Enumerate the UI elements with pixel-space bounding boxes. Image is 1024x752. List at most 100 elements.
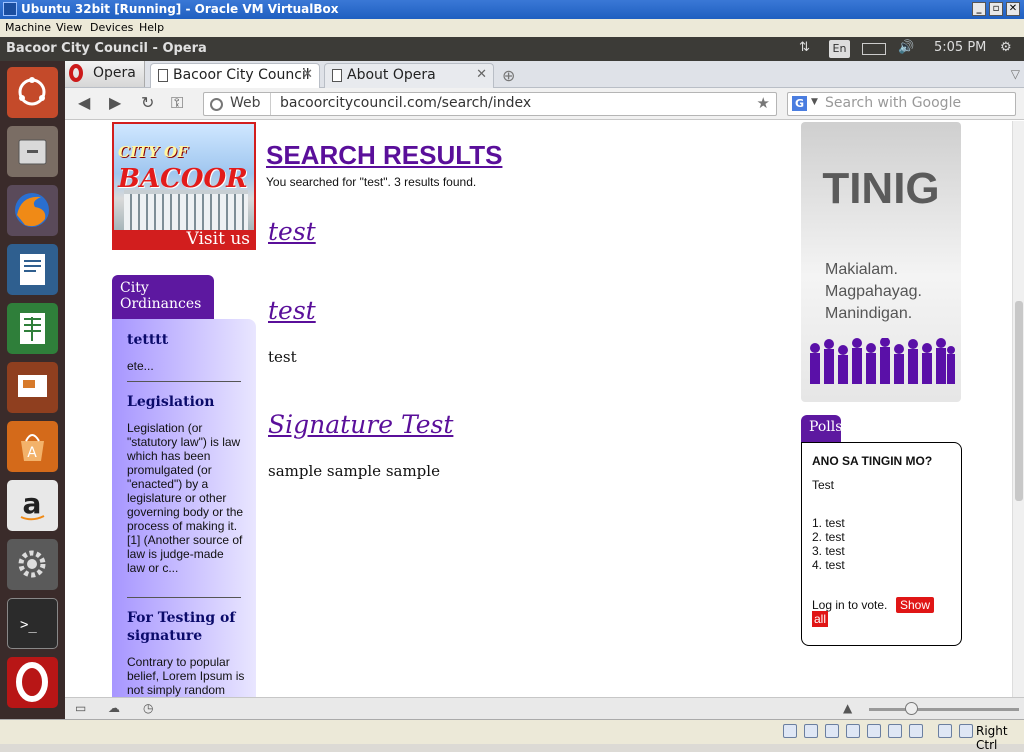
visit-us-label: Visit us — [114, 230, 254, 248]
tab-label: Bacoor City Council — [173, 67, 310, 83]
menu-help[interactable]: Help — [139, 21, 164, 34]
scrollbar-thumb[interactable] — [1015, 301, 1023, 501]
search-field[interactable]: G ▼ Search with Google — [787, 92, 1016, 116]
reload-button[interactable]: ↻ — [141, 93, 154, 112]
ordinance-title[interactable]: Legislation — [127, 393, 214, 411]
polls-tab: Polls — [801, 415, 842, 442]
url-field[interactable]: Web bacoorcitycouncil.com/search/index ★ — [203, 92, 777, 116]
unity-launcher: A a >_ — [0, 61, 65, 719]
keyboard-layout-indicator[interactable]: En — [829, 40, 850, 58]
vbox-status-bar: Right Ctrl — [0, 719, 1024, 752]
menu-devices[interactable]: Devices — [90, 21, 133, 34]
search-placeholder: Search with Google — [825, 95, 962, 111]
tab-bar: Opera Bacoor City Council ✕ About Opera … — [65, 61, 1024, 89]
menu-view[interactable]: View — [56, 21, 82, 34]
dash-home-icon[interactable] — [7, 67, 58, 118]
tinig-banner[interactable]: TINIG Makialam. Magpahayag. Manindigan. — [801, 122, 961, 402]
vertical-scrollbar[interactable] — [1012, 121, 1024, 697]
ordinance-title[interactable]: For Testing of signature — [127, 609, 245, 645]
crowd-silhouette-icon — [810, 338, 955, 384]
chevron-down-icon[interactable]: ▽ — [1011, 67, 1020, 81]
result-snippet: sample sample sample — [268, 462, 440, 480]
firefox-icon[interactable] — [7, 185, 58, 236]
result-link[interactable]: test — [268, 296, 316, 325]
divider — [127, 597, 241, 598]
optical-drive-icon[interactable] — [804, 724, 818, 738]
gear-icon[interactable]: ⚙ — [1000, 40, 1012, 55]
calc-icon[interactable] — [7, 303, 58, 354]
opera-icon[interactable] — [7, 657, 58, 708]
google-icon[interactable]: G — [792, 96, 807, 111]
arrow-down-icon[interactable] — [959, 724, 973, 738]
maximize-button[interactable]: ▫ — [989, 2, 1003, 16]
close-icon[interactable]: ✕ — [302, 67, 313, 82]
city-of-bacoor-logo[interactable]: CITY OF BACOOR Visit us — [112, 122, 256, 250]
poll-question: ANO SA TINGIN MO? — [812, 454, 933, 468]
results-summary: You searched for "test". 3 results found… — [266, 175, 477, 189]
network-arrows-icon[interactable]: ⇅ — [799, 40, 810, 55]
poll-option: 3. test — [812, 544, 845, 558]
scheme-label: Web — [230, 95, 261, 111]
display-icon[interactable] — [888, 724, 902, 738]
zoom-slider-knob[interactable] — [905, 702, 918, 715]
poll-option: 1. test — [812, 516, 845, 530]
system-settings-icon[interactable] — [7, 539, 58, 590]
page-title[interactable]: SEARCH RESULTS — [266, 140, 502, 171]
cloud-icon[interactable]: ☁ — [108, 701, 120, 715]
volume-icon[interactable]: 🔊 — [898, 40, 914, 55]
tab-about-opera[interactable]: About Opera ✕ — [324, 63, 494, 88]
page-viewport: CITY OF BACOOR Visit us City Ordinances … — [65, 121, 1012, 697]
forward-button[interactable]: ▶ — [109, 93, 121, 112]
opera-menu-button[interactable]: Opera — [65, 61, 145, 87]
city-ordinances-panel: tetttt ete... Legislation Legislation (o… — [112, 319, 256, 697]
zoom-slider[interactable] — [869, 708, 1019, 711]
vbox-title-bar: Ubuntu 32bit [Running] - Oracle VM Virtu… — [0, 0, 1024, 19]
bookmark-star-icon[interactable]: ★ — [757, 94, 770, 112]
opera-logo-icon — [69, 64, 83, 82]
mouse-integration-icon[interactable] — [938, 724, 952, 738]
host-key-label: Right Ctrl — [976, 724, 1008, 752]
ubuntu-top-panel: Bacoor City Council - Opera ⇅ En 🔊 5:05 … — [0, 37, 1024, 61]
svg-text:>_: >_ — [20, 617, 37, 633]
show-all-label: Show — [896, 597, 935, 613]
panel-toggle-icon[interactable]: ▭ — [75, 701, 86, 715]
impress-icon[interactable] — [7, 362, 58, 413]
result-link[interactable]: Signature Test — [268, 410, 453, 439]
tinig-title: TINIG — [822, 164, 940, 213]
new-tab-button[interactable]: ⊕ — [502, 66, 515, 85]
menu-machine[interactable]: Machine — [5, 21, 51, 34]
ordinance-text: Contrary to popular belief, Lorem Ipsum … — [127, 655, 245, 697]
tab-bacoor-city-council[interactable]: Bacoor City Council ✕ — [150, 63, 320, 89]
key-icon[interactable]: ⚿ — [171, 93, 183, 113]
battery-icon[interactable] — [862, 43, 886, 55]
back-button[interactable]: ◀ — [78, 93, 90, 112]
clock[interactable]: 5:05 PM — [934, 40, 986, 55]
hard-disk-icon[interactable] — [783, 724, 797, 738]
chevron-down-icon[interactable]: ▼ — [811, 97, 818, 107]
speed-dial-icon[interactable]: ◷ — [143, 701, 153, 715]
tab-label: About Opera — [347, 67, 436, 83]
minimize-button[interactable]: _ — [972, 2, 986, 16]
network-icon[interactable] — [846, 724, 860, 738]
url-text[interactable]: bacoorcitycouncil.com/search/index — [280, 95, 531, 111]
zoom-up-icon[interactable]: ▲ — [843, 701, 852, 715]
tinig-line: Makialam. — [825, 261, 898, 278]
ordinance-title[interactable]: tetttt — [127, 331, 168, 349]
page-icon — [332, 69, 342, 82]
result-link[interactable]: test — [268, 217, 316, 246]
show-all-button[interactable]: Show all — [812, 597, 935, 627]
svg-text:a: a — [23, 487, 42, 520]
files-icon[interactable] — [7, 126, 58, 177]
terminal-icon[interactable]: >_ — [7, 598, 58, 649]
close-button[interactable]: ✕ — [1006, 2, 1020, 16]
amazon-icon[interactable]: a — [7, 480, 58, 531]
close-icon[interactable]: ✕ — [476, 67, 487, 82]
pen-icon[interactable] — [825, 724, 839, 738]
software-center-icon[interactable]: A — [7, 421, 58, 472]
usb-icon[interactable] — [909, 724, 923, 738]
divider — [127, 381, 241, 382]
polls-panel: ANO SA TINGIN MO? Test 1. test 2. test 3… — [801, 442, 962, 646]
folder-icon[interactable] — [867, 724, 881, 738]
writer-icon[interactable] — [7, 244, 58, 295]
globe-icon — [210, 98, 223, 111]
